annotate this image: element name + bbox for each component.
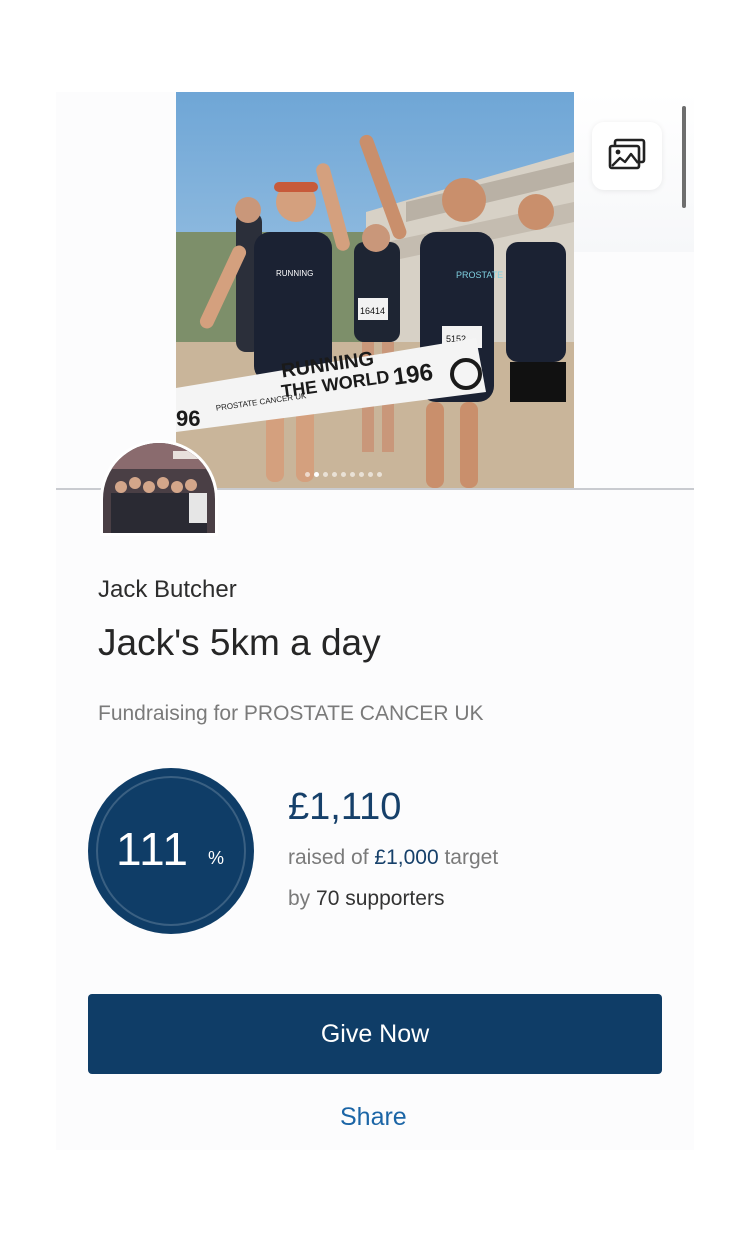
- slide-dot[interactable]: [359, 472, 364, 477]
- slide-indicator[interactable]: [305, 472, 382, 477]
- slide-dot[interactable]: [314, 472, 319, 477]
- raised-amount: £1,110: [288, 786, 402, 828]
- target-suffix: target: [444, 846, 499, 869]
- charity-line[interactable]: Fundraising for PROSTATE CANCER UK: [98, 702, 484, 726]
- target-amount: £1,000: [374, 846, 439, 869]
- supporters-prefix: by: [288, 887, 311, 910]
- progress-percent: 111: [116, 823, 189, 875]
- slide-dot[interactable]: [323, 472, 328, 477]
- scrollbar[interactable]: [682, 106, 686, 208]
- give-now-button[interactable]: Give Now: [88, 994, 662, 1074]
- supporters-line: by 70 supporters: [288, 887, 444, 911]
- progress-percent-symbol: %: [208, 848, 225, 868]
- gallery-icon: [607, 137, 647, 176]
- banner-number: 196: [391, 359, 434, 391]
- share-link[interactable]: Share: [340, 1103, 407, 1132]
- owner-name[interactable]: Jack Butcher: [98, 576, 237, 604]
- page-title: Jack's 5km a day: [98, 622, 381, 663]
- bib-1: 16414: [360, 306, 385, 316]
- slide-dot[interactable]: [368, 472, 373, 477]
- slide-dot[interactable]: [332, 472, 337, 477]
- slide-dot[interactable]: [377, 472, 382, 477]
- supporters-count: 70 supporters: [316, 887, 445, 910]
- banner-left-number: 96: [176, 406, 200, 431]
- gallery-button[interactable]: [592, 122, 662, 190]
- target-prefix: raised of: [288, 846, 369, 869]
- hero-image[interactable]: RUNNING PROSTATE CANCER 16414 5152 RUNNI…: [176, 92, 574, 488]
- slide-dot[interactable]: [341, 472, 346, 477]
- shirt-left-text: RUNNING: [276, 269, 313, 278]
- slide-dot[interactable]: [305, 472, 310, 477]
- slide-dot[interactable]: [350, 472, 355, 477]
- target-line: raised of £1,000 target: [288, 846, 498, 870]
